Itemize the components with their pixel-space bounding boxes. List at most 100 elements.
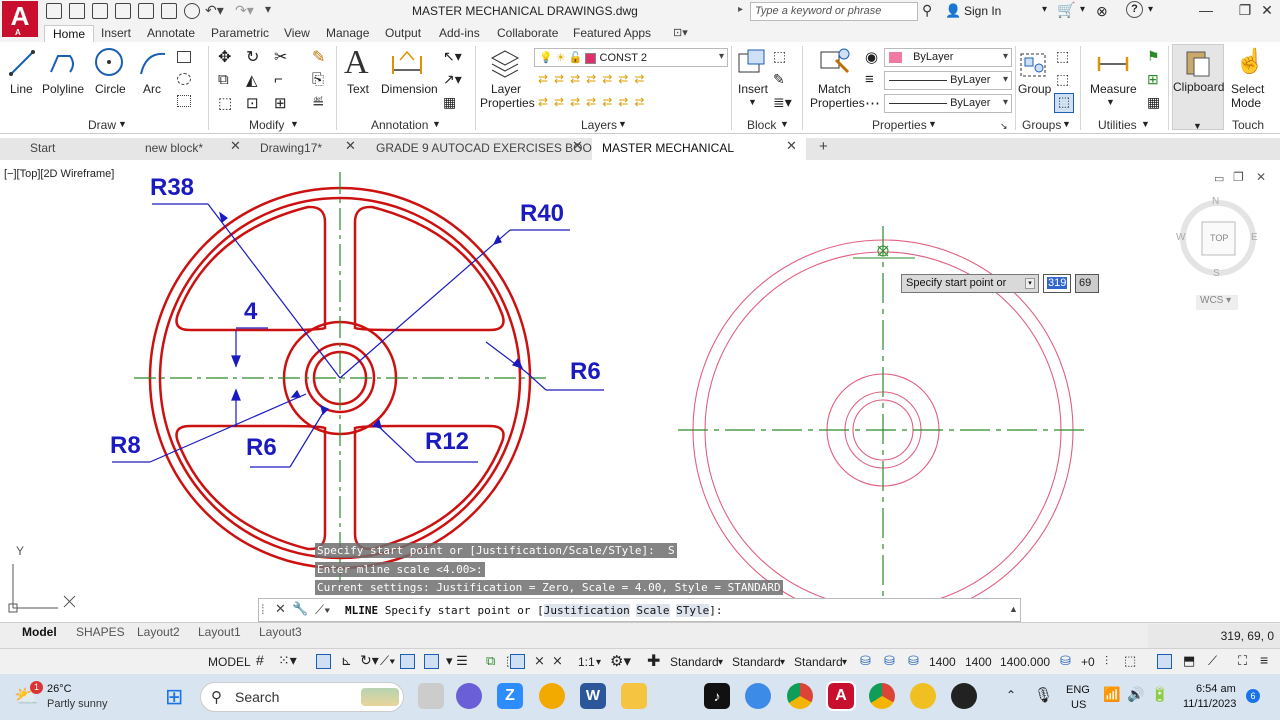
coordinate-readout[interactable]: 319, 69, 0: [1148, 624, 1280, 648]
show-hidden-icons[interactable]: ⌃: [1006, 688, 1016, 702]
cart-icon[interactable]: 🛒: [1057, 1, 1076, 19]
minimize-button[interactable]: —: [1186, 2, 1226, 22]
layer-iso-icon-3[interactable]: ⛁: [908, 653, 919, 669]
insert-dropdown-icon[interactable]: ▼: [748, 97, 757, 107]
tab-view[interactable]: View: [284, 25, 310, 42]
ortho-icon[interactable]: [316, 654, 331, 669]
layout-tab-layout1[interactable]: Layout1: [198, 625, 241, 639]
groups-panel-dropdown-icon[interactable]: ▼: [1062, 119, 1071, 129]
tab-output[interactable]: Output: [385, 25, 421, 42]
properties-launcher-icon[interactable]: ↘: [1000, 121, 1008, 132]
object-snap-3d-icon[interactable]: [424, 654, 439, 669]
layers-panel-title[interactable]: Layers: [581, 118, 617, 132]
block-panel-title[interactable]: Block: [747, 118, 776, 132]
move-icon[interactable]: ✥: [218, 47, 231, 67]
drawing-viewport[interactable]: [−][Top][2D Wireframe] R38 R40 4 R6 R8 R…: [0, 162, 1280, 622]
quick-select-icon[interactable]: ⚑: [1147, 48, 1160, 65]
text-icon[interactable]: A: [344, 44, 369, 82]
dimension-r38[interactable]: R38: [150, 174, 194, 202]
lineweight-toggle-icon[interactable]: ▾ ☰: [446, 653, 468, 669]
ribbon-options-icon[interactable]: ⊡▾: [673, 26, 688, 39]
layer-tools-row-2-icon[interactable]: ⇄⇄⇄⇄⇄⇄⇄: [538, 95, 650, 109]
tab-collaborate[interactable]: Collaborate: [497, 25, 558, 42]
layer-tools-row-1-icon[interactable]: ⇄⇄⇄⇄⇄⇄⇄: [538, 72, 650, 86]
cart-dropdown-icon[interactable]: ▾: [1080, 4, 1085, 15]
file-tab-start[interactable]: Start: [20, 138, 55, 160]
select-mode-label-2[interactable]: Mode: [1231, 96, 1261, 110]
array-icon[interactable]: ⊞: [274, 94, 287, 112]
copy-icon[interactable]: ⧉: [218, 71, 229, 88]
groups-panel-title[interactable]: Groups: [1022, 118, 1061, 132]
rectangle-icon[interactable]: [177, 51, 191, 63]
select-mode-icon[interactable]: ☝: [1235, 47, 1265, 76]
file-tab-drawing17[interactable]: Drawing17*: [250, 138, 322, 160]
viewport-minimize-icon[interactable]: ▭: [1214, 172, 1224, 185]
battery-icon[interactable]: 🔋: [1151, 686, 1168, 703]
close-tab-icon[interactable]: ✕: [786, 138, 797, 154]
group-button[interactable]: Group: [1018, 82, 1051, 96]
tab-home[interactable]: Home: [44, 25, 95, 42]
scale-icon[interactable]: ⊡: [246, 94, 259, 112]
dimension-r8[interactable]: R8: [110, 432, 141, 460]
layout-tab-model[interactable]: Model: [22, 625, 57, 639]
rotate-icon[interactable]: ↻: [246, 47, 259, 67]
taskbar-search-box[interactable]: ⚲ Search: [200, 682, 404, 712]
create-block-icon[interactable]: ⬚: [773, 48, 786, 65]
dim-style-dropdown[interactable]: Standard: [732, 655, 781, 669]
word-icon[interactable]: W: [580, 683, 606, 709]
object-snap-icon[interactable]: [400, 654, 415, 669]
save-icon[interactable]: [92, 3, 108, 19]
redo-icon[interactable]: ↷▾: [235, 2, 254, 19]
select-mode-label-1[interactable]: Select: [1231, 82, 1264, 96]
recent-commands-icon[interactable]: ⟋▾: [315, 602, 330, 618]
weather-temp[interactable]: 26°C: [47, 683, 72, 695]
annotation-panel-dropdown-icon[interactable]: ▼: [432, 119, 441, 129]
match-properties-icon[interactable]: [818, 46, 852, 78]
tab-parametric[interactable]: Parametric: [211, 25, 269, 42]
paste-icon[interactable]: [1184, 48, 1212, 78]
dynamic-input-arrow-icon[interactable]: ▾: [1025, 278, 1035, 289]
isolate-icon[interactable]: ⬚: [1124, 653, 1136, 669]
application-menu-button[interactable]: A A: [2, 1, 38, 37]
match-properties-label-2[interactable]: Properties: [810, 96, 865, 110]
clean-screen-icon[interactable]: [1157, 654, 1172, 669]
viewport-restore-icon[interactable]: ❐: [1233, 170, 1244, 184]
select-all-icon[interactable]: ⊞: [1147, 71, 1159, 88]
block-panel-dropdown-icon[interactable]: ▼: [780, 119, 789, 129]
annotation-monitor-icon[interactable]: ✚: [647, 651, 660, 671]
file-tab-new-block[interactable]: new block*: [135, 138, 203, 160]
language-label-1[interactable]: ENG: [1066, 684, 1090, 696]
ungroup-icon[interactable]: ⬚: [1056, 48, 1069, 65]
polar-icon[interactable]: ⊾: [341, 653, 352, 669]
annotation-scale-icon[interactable]: ⨯: [552, 653, 563, 669]
wcs-menu[interactable]: WCS ▾: [1196, 295, 1238, 310]
sign-in-dropdown-icon[interactable]: ▾: [1042, 4, 1047, 15]
clipboard-dropdown-icon[interactable]: ▼: [1193, 121, 1202, 131]
linetype-dropdown[interactable]: ByLayer: [884, 94, 1012, 113]
status-plus-value[interactable]: +0: [1081, 655, 1095, 669]
file-tab-master-mechanical[interactable]: MASTER MECHANICAL DRAWINGS*: [592, 138, 806, 176]
auto-scale-icon[interactable]: ⨯: [534, 653, 545, 669]
dynamic-input-y[interactable]: 69: [1075, 274, 1099, 293]
markup-icon[interactable]: ▦: [443, 94, 456, 111]
stretch-icon[interactable]: ⬚: [218, 94, 232, 112]
microphone-icon[interactable]: 🎙: [1034, 686, 1053, 704]
layer-properties-label-2[interactable]: Properties: [480, 96, 535, 110]
new-tab-icon[interactable]: +: [819, 138, 828, 155]
layer-properties-label-1[interactable]: Layer: [491, 82, 521, 96]
task-view-icon[interactable]: [418, 683, 444, 709]
tiktok-icon[interactable]: ♪: [704, 683, 730, 709]
isodraft-icon[interactable]: ↻▾: [360, 652, 379, 669]
object-snap-tracking-icon[interactable]: ⟋▾: [380, 653, 395, 669]
group-icon[interactable]: [1018, 48, 1050, 78]
tab-featured-apps[interactable]: Featured Apps: [573, 25, 651, 42]
insert-icon[interactable]: [736, 48, 768, 78]
zoom-icon[interactable]: Z: [497, 683, 523, 709]
volume-icon[interactable]: 🔊: [1127, 686, 1144, 703]
snap-icon[interactable]: ⁙▾: [278, 652, 297, 669]
option-style[interactable]: STyle: [676, 604, 710, 617]
clipboard-button[interactable]: Clipboard: [1173, 80, 1224, 94]
layer-dropdown[interactable]: 💡 ☀ 🔓 CONST 2: [534, 48, 728, 67]
weather-desc[interactable]: Partly sunny: [47, 698, 108, 710]
dynamic-input-x[interactable]: 319: [1043, 274, 1071, 293]
